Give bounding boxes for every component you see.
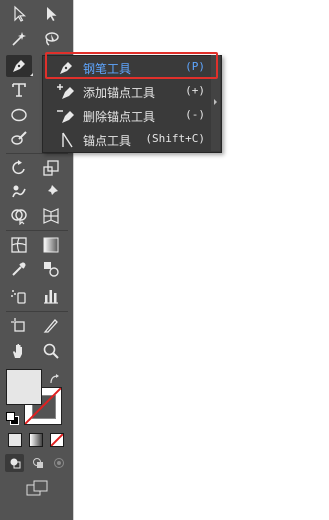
add-anchor-point-icon [57, 84, 74, 99]
shape-builder-tool-button[interactable] [6, 205, 32, 227]
draw-inside-icon [53, 458, 64, 468]
toolbar-divider [6, 230, 68, 231]
flyout-item-add-anchor[interactable]: 添加锚点工具 (+) [43, 80, 213, 104]
shape-builder-icon [11, 209, 27, 225]
flyout-item-label: 锚点工具 [83, 134, 132, 148]
default-colors-icon[interactable] [6, 412, 19, 425]
column-graph-icon [44, 290, 58, 304]
slice-knife-icon [43, 319, 58, 333]
eyedropper-tool-button[interactable] [6, 258, 32, 280]
rotate-tool-button[interactable] [6, 157, 32, 179]
draw-normal-button[interactable] [5, 454, 24, 472]
ellipse-tool-button[interactable] [6, 104, 32, 126]
submenu-corner-icon [30, 73, 33, 76]
direct-selection-arrow-icon [47, 7, 57, 21]
draw-behind-button[interactable] [28, 454, 47, 472]
none-mode-button[interactable] [50, 433, 64, 447]
pushpin-icon [45, 185, 58, 198]
eyedropper-icon [12, 262, 26, 276]
direct-selection-tool-button[interactable] [38, 3, 64, 25]
screen-mode-icon [26, 480, 48, 496]
zoom-tool-button[interactable] [38, 340, 64, 362]
flyout-item-pen[interactable]: 钢笔工具 (P) [43, 56, 213, 80]
warp-icon [12, 185, 26, 198]
flyout-item-shortcut: (-) [185, 108, 205, 121]
hand-icon [13, 344, 22, 358]
rotate-icon [12, 160, 25, 175]
flyout-item-shortcut: (+) [185, 84, 205, 97]
paintbrush-icon [11, 131, 27, 145]
flyout-item-delete-anchor[interactable]: 删除锚点工具 (-) [43, 104, 213, 128]
lasso-tool-button[interactable] [38, 28, 64, 50]
toolbar-divider [6, 153, 68, 154]
swap-fill-stroke-icon[interactable] [49, 371, 61, 384]
flyout-item-shortcut: (Shift+C) [145, 132, 205, 145]
flyout-item-shortcut: (P) [185, 60, 205, 73]
perspective-grid-icon [43, 208, 59, 224]
pen-tools-flyout: 钢笔工具 (P) 添加锚点工具 (+) 删除锚点工具 (-) 锚点工具 (Shi… [42, 55, 222, 153]
column-graph-tool-button[interactable] [38, 285, 64, 307]
ellipse-icon [11, 108, 27, 122]
flyout-tearoff-tab[interactable] [211, 55, 220, 151]
slice-tool-button[interactable] [38, 315, 64, 337]
flyout-item-label: 删除锚点工具 [83, 110, 156, 124]
selection-tool-button[interactable] [6, 3, 32, 25]
gradient-tool-button[interactable] [38, 234, 64, 256]
flyout-item-label: 添加锚点工具 [83, 86, 156, 100]
lasso-icon [45, 32, 59, 46]
symbol-sprayer-icon [11, 290, 26, 304]
scale-icon [43, 160, 59, 176]
color-mode-button[interactable] [8, 433, 22, 447]
type-t-icon [12, 83, 26, 97]
flyout-item-anchor-point[interactable]: 锚点工具 (Shift+C) [43, 128, 213, 152]
delete-anchor-point-icon [57, 110, 74, 123]
magnifier-icon [43, 343, 59, 359]
blend-icon [44, 262, 59, 277]
symbol-sprayer-tool-button[interactable] [6, 285, 32, 307]
blend-tool-button[interactable] [38, 258, 64, 280]
fill-swatch[interactable] [6, 369, 42, 405]
gradient-mode-button[interactable] [29, 433, 43, 447]
pen-tool-button[interactable] [6, 55, 33, 77]
artboard-icon [11, 318, 25, 332]
mesh-tool-button[interactable] [6, 234, 32, 256]
type-tool-button[interactable] [6, 79, 32, 101]
paintbrush-tool-button[interactable] [6, 128, 32, 150]
warp-tool-button[interactable] [6, 181, 32, 203]
tearoff-arrow-icon [214, 99, 217, 105]
pen-icon [60, 62, 72, 74]
draw-behind-icon [32, 458, 43, 468]
gradient-icon [43, 237, 59, 253]
puppet-warp-tool-button[interactable] [38, 181, 64, 203]
magic-wand-icon [12, 32, 26, 46]
screen-mode-button[interactable] [25, 479, 49, 497]
draw-normal-icon [10, 458, 20, 469]
artboard-tool-button[interactable] [6, 315, 32, 337]
scale-tool-button[interactable] [38, 157, 64, 179]
anchor-point-icon [62, 132, 73, 148]
draw-inside-button[interactable] [49, 454, 68, 472]
toolbar-divider [6, 311, 68, 312]
hand-tool-button[interactable] [6, 340, 32, 362]
pen-icon [13, 60, 25, 72]
flyout-item-label: 钢笔工具 [83, 62, 132, 76]
perspective-grid-tool-button[interactable] [38, 205, 64, 227]
magic-wand-tool-button[interactable] [6, 28, 32, 50]
mesh-icon [11, 237, 27, 253]
selection-arrow-icon [14, 5, 27, 22]
